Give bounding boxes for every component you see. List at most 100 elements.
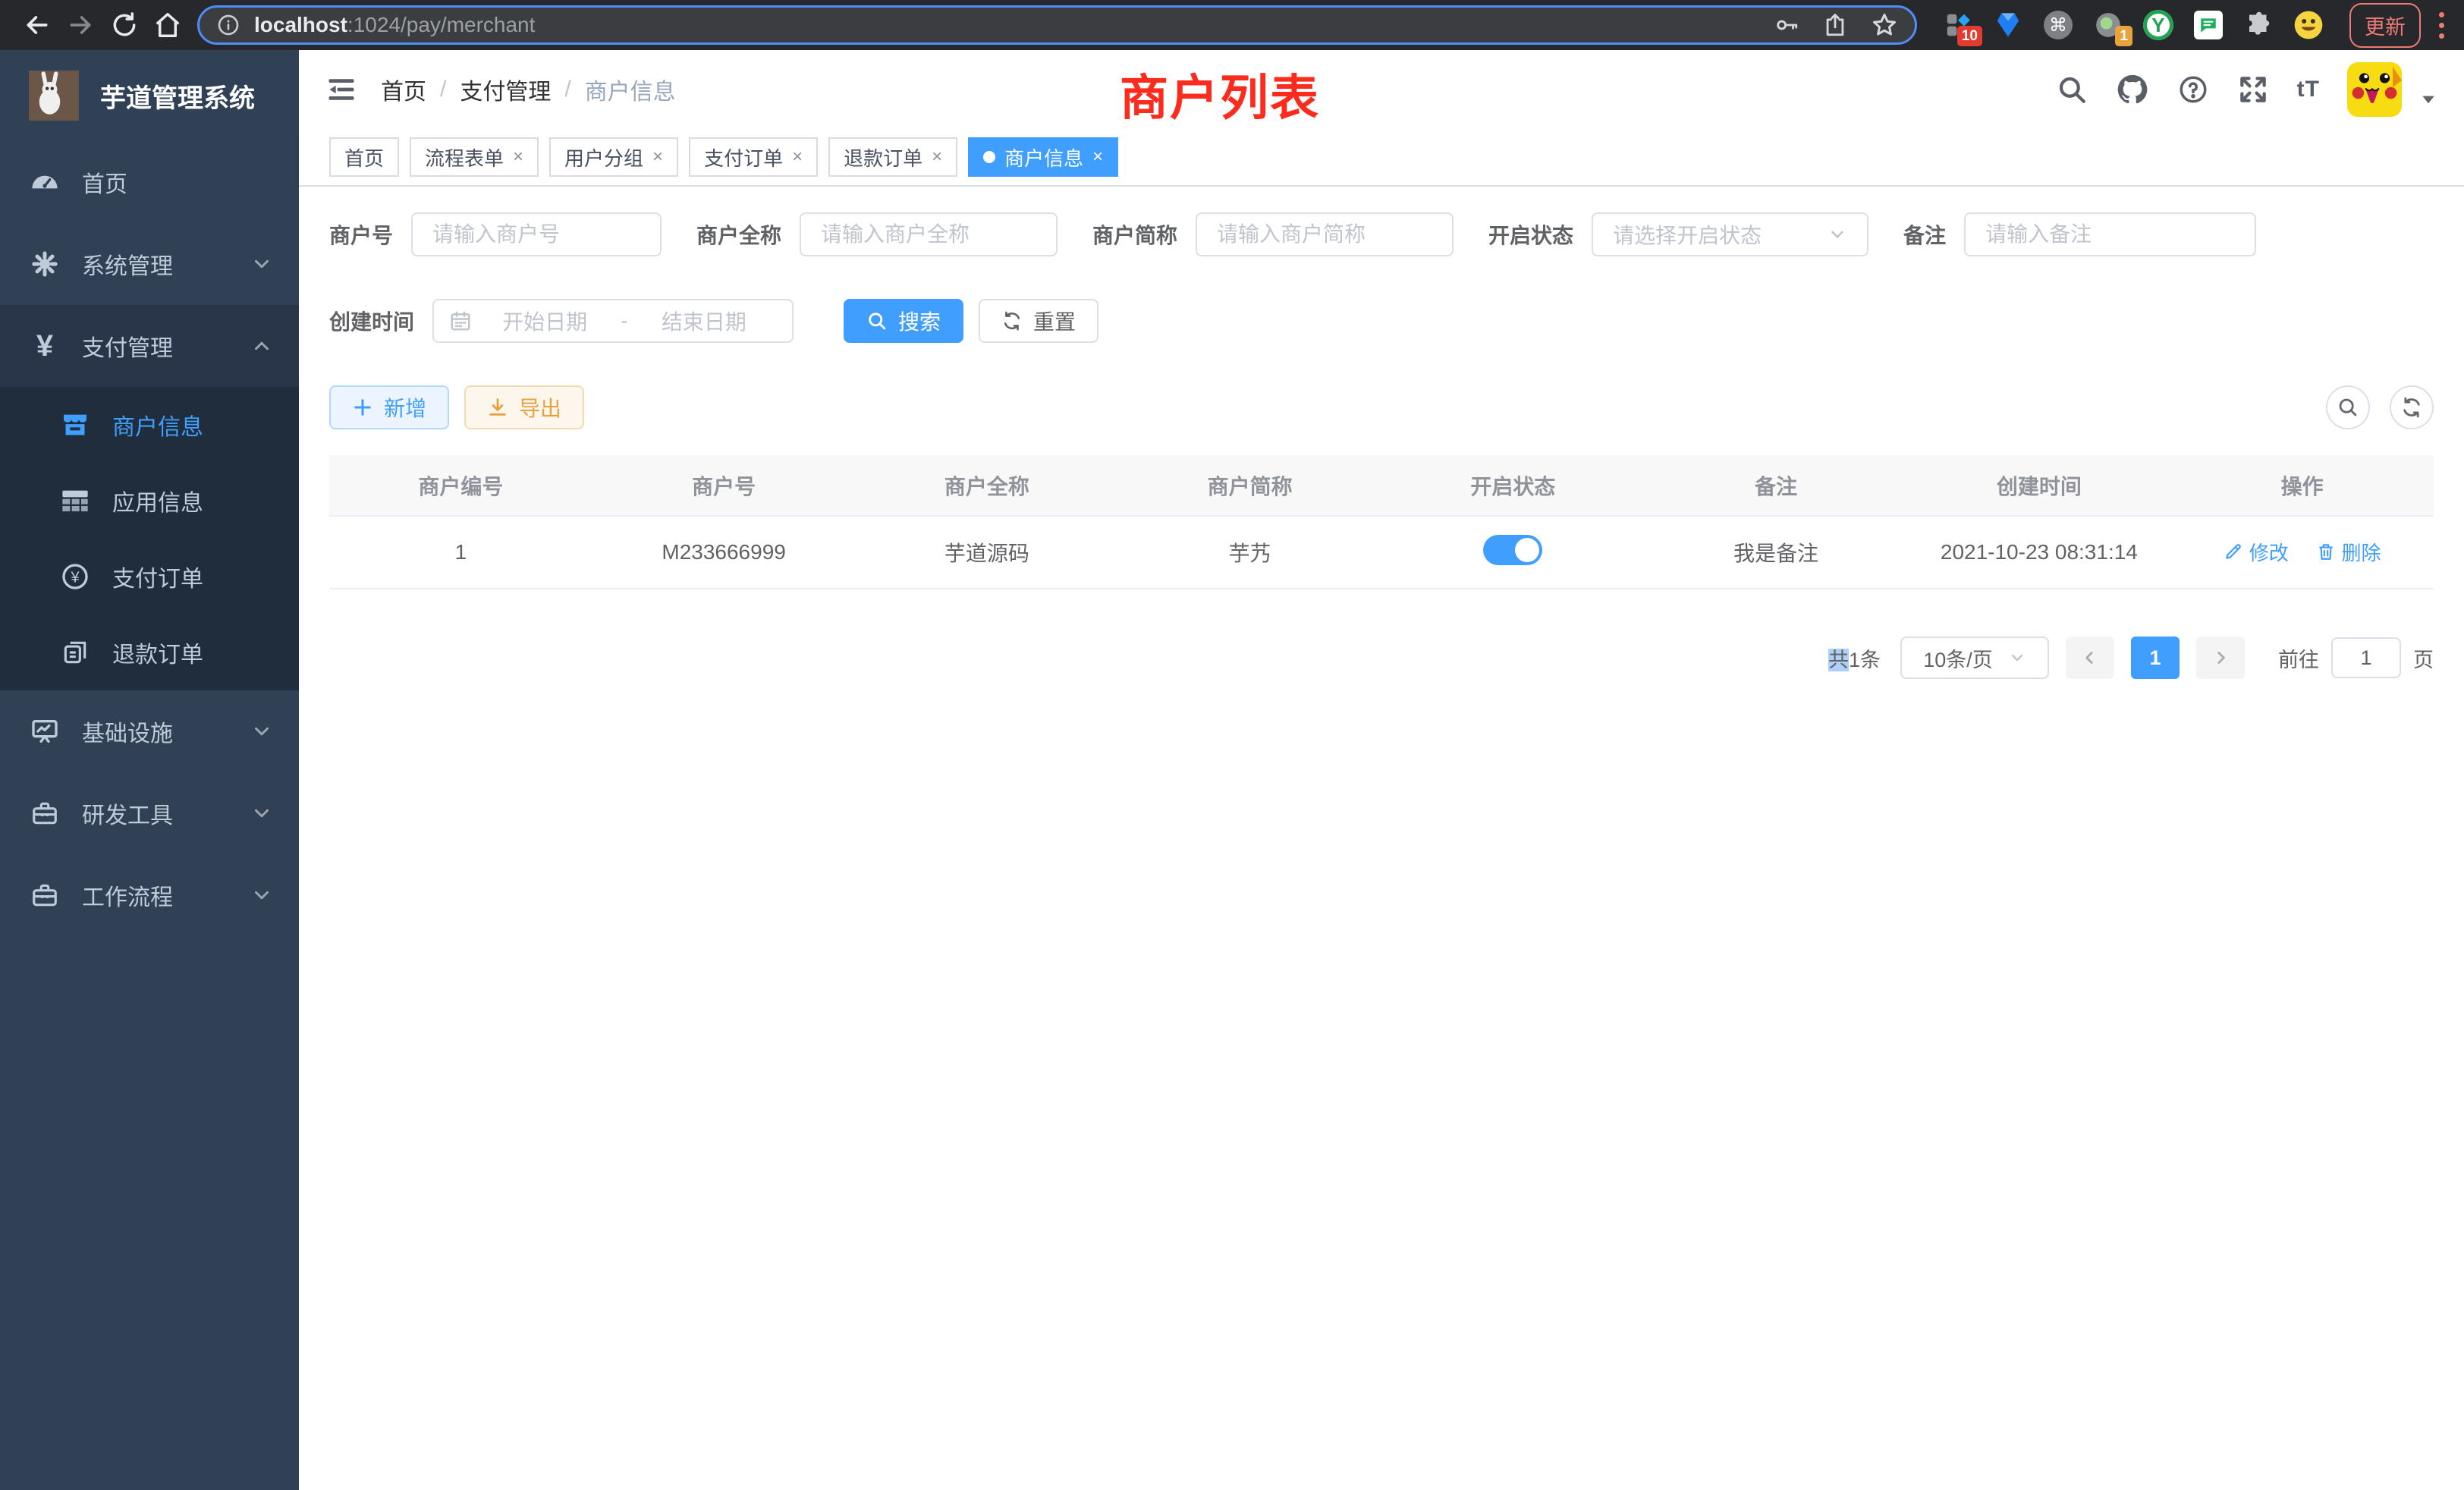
sidebar-item-dev-tools[interactable]: 研发工具	[0, 772, 299, 854]
breadcrumb-separator: /	[440, 77, 446, 102]
tab-label: 首页	[344, 143, 384, 171]
breadcrumb-pay[interactable]: 支付管理	[460, 73, 551, 106]
extension-chat-icon[interactable]	[2193, 10, 2224, 40]
full-name-input[interactable]	[800, 212, 1058, 256]
tab-label: 退款订单	[844, 143, 922, 171]
toggle-search-button[interactable]	[2326, 385, 2370, 429]
chevron-down-icon	[250, 884, 273, 907]
tab-pay-order[interactable]: 支付订单 ×	[689, 137, 818, 177]
page-size-select[interactable]: 10条/页	[1900, 637, 2049, 679]
refresh-table-button[interactable]	[2390, 385, 2434, 429]
site-info-icon[interactable]	[216, 13, 240, 37]
sidebar-item-pay[interactable]: ¥ 支付管理	[0, 305, 299, 387]
close-icon[interactable]: ×	[513, 146, 523, 168]
filter-row-2: 创建时间 开始日期 - 结束日期 搜索 重置	[329, 299, 2434, 343]
profile-emoji-icon[interactable]	[2293, 10, 2324, 40]
tab-user-group[interactable]: 用户分组×	[549, 137, 678, 177]
goto-page-input[interactable]	[2331, 637, 2401, 678]
search-button[interactable]: 搜索	[844, 299, 963, 343]
briefcase-icon	[27, 881, 62, 910]
extensions-puzzle-icon[interactable]	[2243, 10, 2274, 40]
status-toggle[interactable]	[1483, 535, 1542, 565]
bookmark-star-icon[interactable]	[1871, 11, 1898, 39]
sidebar-item-merchant-info[interactable]: 商户信息	[0, 387, 299, 463]
sidebar-item-system[interactable]: 系统管理	[0, 223, 299, 305]
sidebar-item-home[interactable]: 首页	[0, 141, 299, 223]
page-number-1[interactable]: 1	[2131, 637, 2180, 679]
table-header-row: 商户编号 商户号 商户全称 商户简称 开启状态 备注 创建时间 操作	[329, 455, 2434, 516]
cell-full-name: 芋道源码	[856, 516, 1119, 589]
close-icon[interactable]: ×	[652, 146, 663, 168]
export-button[interactable]: 导出	[464, 385, 584, 429]
browser-menu-icon[interactable]	[2434, 8, 2449, 43]
table-grid-icon	[58, 486, 93, 516]
back-icon[interactable]	[15, 3, 59, 47]
extension-command-icon[interactable]: ⌘	[2043, 10, 2073, 40]
tab-label: 支付订单	[704, 143, 783, 171]
extension-y-icon[interactable]: Y	[2143, 10, 2173, 40]
pagination-total: 共1条	[1828, 643, 1881, 673]
search-icon	[2337, 396, 2359, 419]
breadcrumb-home[interactable]: 首页	[381, 73, 426, 106]
sidebar-item-workflow[interactable]: 工作流程	[0, 854, 299, 936]
tab-home[interactable]: 首页	[329, 137, 399, 177]
logo-image	[29, 71, 79, 121]
add-button[interactable]: 新增	[329, 385, 449, 429]
url-host: localhost	[254, 13, 347, 36]
extension-proxy-icon[interactable]: 1	[2093, 10, 2123, 40]
share-icon[interactable]	[1822, 12, 1848, 38]
sidebar-item-label: 基础设施	[82, 715, 173, 748]
avatar-caret-icon[interactable]	[2418, 90, 2438, 109]
header-search-icon[interactable]	[2056, 74, 2088, 105]
address-bar[interactable]: localhost:1024/pay/merchant	[197, 5, 1917, 45]
pagination: 共1条 10条/页 1 前往 页	[329, 637, 2434, 679]
reset-button[interactable]: 重置	[979, 299, 1098, 343]
delete-link[interactable]: 删除	[2316, 538, 2381, 566]
password-key-icon[interactable]	[1774, 12, 1799, 38]
col-status: 开启状态	[1381, 455, 1645, 516]
edit-link[interactable]: 修改	[2224, 538, 2289, 566]
help-icon[interactable]	[2177, 74, 2209, 105]
hamburger-icon[interactable]	[325, 73, 358, 106]
sidebar-item-pay-order[interactable]: ¥ 支付订单	[0, 539, 299, 615]
extension-badge: 10	[1957, 26, 1982, 46]
tab-process-form[interactable]: 流程表单×	[410, 137, 539, 177]
date-range-picker[interactable]: 开始日期 - 结束日期	[432, 299, 794, 343]
status-select[interactable]: 请选择开启状态	[1592, 212, 1868, 256]
goto-suffix: 页	[2413, 643, 2434, 673]
close-icon[interactable]: ×	[1092, 146, 1103, 168]
page-annotation: 商户列表	[1120, 59, 1320, 129]
select-placeholder: 请选择开启状态	[1613, 219, 1762, 250]
close-icon[interactable]: ×	[932, 146, 942, 168]
sidebar-item-app-info[interactable]: 应用信息	[0, 463, 299, 539]
document-copy-icon	[58, 638, 93, 667]
next-page-button[interactable]	[2196, 637, 2245, 679]
command-glyph: ⌘	[2049, 14, 2067, 36]
sidebar-item-infra[interactable]: 基础设施	[0, 690, 299, 772]
short-name-input[interactable]	[1196, 212, 1454, 256]
edit-link-label: 修改	[2249, 538, 2289, 566]
github-icon[interactable]	[2115, 72, 2150, 107]
close-icon[interactable]: ×	[792, 146, 803, 168]
forward-icon[interactable]	[59, 3, 103, 47]
extension-blocks-icon[interactable]: 10	[1943, 10, 1973, 40]
delete-trash-icon	[2316, 542, 2336, 561]
tab-merchant-info[interactable]: 商户信息×	[968, 137, 1118, 177]
remark-input[interactable]	[1964, 212, 2256, 256]
filter-row-1: 商户号 商户全称 商户简称 开启状态 请选择开启状态	[329, 212, 2434, 256]
url-text: localhost:1024/pay/merchant	[254, 13, 535, 37]
prev-page-button[interactable]	[2066, 637, 2114, 679]
font-size-icon[interactable]: tT	[2297, 77, 2320, 102]
avatar[interactable]	[2347, 62, 2402, 117]
sidebar-item-refund-order[interactable]: 退款订单	[0, 615, 299, 690]
field-label: 商户全称	[696, 219, 781, 250]
fullscreen-icon[interactable]	[2236, 73, 2270, 106]
browser-update-button[interactable]: 更新	[2349, 3, 2421, 48]
merchant-no-input[interactable]	[411, 212, 662, 256]
sidebar-logo[interactable]: 芋道管理系统	[0, 50, 299, 141]
tab-refund-order[interactable]: 退款订单 ×	[828, 137, 957, 177]
home-icon[interactable]	[146, 3, 190, 47]
download-icon	[487, 397, 508, 418]
extension-gem-icon[interactable]	[1993, 10, 2023, 40]
reload-icon[interactable]	[102, 3, 146, 47]
